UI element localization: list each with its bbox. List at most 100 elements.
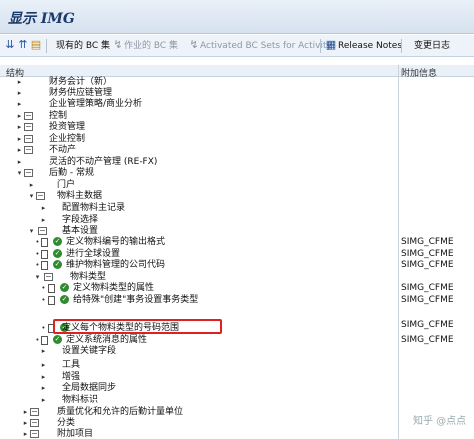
tree-node[interactable]: ▸ 工具 bbox=[0, 360, 474, 371]
node-label: 物料标识 bbox=[62, 395, 99, 405]
node-label: 进行全球设置 bbox=[66, 249, 121, 259]
document-folder-icon bbox=[24, 146, 33, 154]
expand-icon[interactable]: ▸ bbox=[40, 216, 47, 225]
expand-icon[interactable]: ▸ bbox=[16, 100, 23, 109]
expand-icon[interactable]: ▸ bbox=[40, 396, 47, 405]
document-icon[interactable] bbox=[41, 238, 48, 247]
document-folder-icon bbox=[24, 169, 33, 177]
expand-icon[interactable]: ▸ bbox=[22, 430, 29, 439]
node-label: 门户 bbox=[57, 180, 76, 190]
tree-node[interactable]: ▾ 物料类型 bbox=[0, 272, 474, 283]
tree-node[interactable]: • ✓ 定义物料类型的属性 SIMG_CFME bbox=[0, 283, 474, 294]
tree-node[interactable]: ▸ 投资管理 bbox=[0, 122, 474, 133]
node-label: 设置关键字段 bbox=[62, 346, 117, 356]
node-attribute: SIMG_CFME bbox=[401, 295, 454, 305]
tree-node[interactable]: ▸ 财务供应链管理 bbox=[0, 88, 474, 99]
execute-icon[interactable]: ✓ bbox=[53, 335, 62, 344]
tree-node[interactable]: ▸ 控制 bbox=[0, 111, 474, 122]
document-icon[interactable] bbox=[41, 261, 48, 270]
document-folder-icon bbox=[30, 408, 39, 416]
tree-node[interactable]: ▸ 物料标识 bbox=[0, 395, 474, 406]
release-notes-icon: ▦ bbox=[325, 38, 337, 51]
tree-node[interactable]: ▸ 门户 bbox=[0, 180, 474, 191]
document-icon[interactable] bbox=[41, 336, 48, 345]
expand-icon[interactable]: ▸ bbox=[40, 373, 47, 382]
node-label: 不动产 bbox=[49, 145, 77, 155]
expand-icon[interactable]: ▸ bbox=[40, 204, 47, 213]
tree-node[interactable]: ▸ 配置物料主记录 bbox=[0, 203, 474, 214]
separator bbox=[320, 39, 321, 53]
expand-all-icon[interactable]: ⇊ bbox=[4, 38, 16, 52]
node-label: 企业管理策略/商业分析 bbox=[49, 99, 143, 109]
tree-node[interactable]: • ✓ 维护物料管理的公司代码 SIMG_CFME bbox=[0, 260, 474, 271]
node-label: 字段选择 bbox=[62, 215, 99, 225]
tree-node[interactable]: • ✓ 给特殊"创建"事务设置事务类型 SIMG_CFME bbox=[0, 295, 474, 306]
execute-icon[interactable]: ✓ bbox=[60, 283, 69, 292]
node-label: 质量优化和允许的后勤计量单位 bbox=[57, 407, 184, 417]
expand-icon[interactable]: ▸ bbox=[40, 384, 47, 393]
expand-icon[interactable]: ▸ bbox=[16, 112, 23, 121]
release-notes-button[interactable]: Release Notes bbox=[338, 39, 402, 53]
expand-icon[interactable]: ▸ bbox=[40, 361, 47, 370]
expand-icon[interactable]: ▸ bbox=[16, 135, 23, 144]
expand-icon[interactable]: ▸ bbox=[16, 146, 23, 155]
tree-node[interactable]: ▸ 财务会计（新） bbox=[0, 77, 474, 88]
collapse-icon[interactable]: ▾ bbox=[28, 227, 35, 236]
tree-node[interactable]: • ✓ 定义物料编号的输出格式 SIMG_CFME bbox=[0, 237, 474, 248]
tree-node[interactable]: ▸ 分类 bbox=[0, 418, 474, 429]
document-icon[interactable] bbox=[41, 250, 48, 259]
img-tree: ▸ 财务会计（新） ▸ 财务供应链管理 ▸ 企业管理策略/商业分析 ▸ 控制 ▸… bbox=[0, 77, 474, 439]
document-folder-icon bbox=[44, 273, 53, 281]
bullet-icon: • bbox=[41, 284, 46, 292]
tree-node[interactable]: ▸ 不动产 bbox=[0, 145, 474, 156]
tree-node[interactable]: ▾ 基本设置 bbox=[0, 226, 474, 237]
tree-node[interactable]: ▸ 质量优化和允许的后勤计量单位 bbox=[0, 407, 474, 418]
expand-icon[interactable]: ▸ bbox=[28, 181, 35, 190]
execute-icon[interactable]: ✓ bbox=[53, 237, 62, 246]
execute-icon[interactable]: ✓ bbox=[53, 249, 62, 258]
tree-node[interactable]: ▸ 字段选择 bbox=[0, 215, 474, 226]
node-label: 企业控制 bbox=[49, 134, 86, 144]
tree-node[interactable]: • ✓ 进行全球设置 SIMG_CFME bbox=[0, 249, 474, 260]
tree-node[interactable]: • ✓ 定义系统消息的属性 SIMG_CFME bbox=[0, 335, 474, 346]
node-attribute: SIMG_CFME bbox=[401, 335, 454, 345]
window-title: 显示 IMG bbox=[8, 11, 75, 27]
execute-icon[interactable]: ✓ bbox=[53, 260, 62, 269]
collapse-icon[interactable]: ⇈ bbox=[17, 38, 29, 52]
tree-node[interactable]: ▸ 设置关键字段 bbox=[0, 346, 474, 357]
tree-node[interactable]: ▸ 企业管理策略/商业分析 bbox=[0, 99, 474, 110]
collapse-icon[interactable]: ▾ bbox=[16, 169, 23, 178]
node-attribute: SIMG_CFME bbox=[401, 249, 454, 259]
expand-icon[interactable]: ▸ bbox=[16, 158, 23, 167]
execute-icon[interactable]: ✓ bbox=[60, 295, 69, 304]
collapse-icon[interactable]: ▾ bbox=[28, 192, 35, 201]
expand-icon[interactable]: ▸ bbox=[40, 347, 47, 356]
find-icon[interactable]: ▤ bbox=[30, 38, 42, 52]
collapse-icon[interactable]: ▾ bbox=[34, 273, 41, 282]
document-icon[interactable] bbox=[48, 296, 55, 305]
tree-node[interactable]: ▾ 后勤 - 常规 bbox=[0, 168, 474, 179]
activated-bc-sets-button[interactable]: Activated BC Sets for Activity bbox=[200, 39, 332, 53]
tree-node[interactable]: ▸ 企业控制 bbox=[0, 134, 474, 145]
tree-node[interactable]: ▸ 全局数据同步 bbox=[0, 383, 474, 394]
node-label: 分类 bbox=[57, 418, 76, 428]
tree-node[interactable]: ▸ 灵活的不动产管理 (RE-FX) bbox=[0, 157, 474, 168]
tree-node[interactable]: ▸ 附加项目 bbox=[0, 429, 474, 439]
document-icon[interactable] bbox=[48, 284, 55, 293]
expand-icon[interactable]: ▸ bbox=[16, 123, 23, 132]
node-label: 控制 bbox=[49, 111, 68, 121]
expand-icon[interactable]: ▸ bbox=[22, 408, 29, 417]
expand-icon[interactable]: ▸ bbox=[16, 89, 23, 98]
expand-icon[interactable]: ▸ bbox=[22, 419, 29, 428]
tree-header: 结构 附加信息 bbox=[0, 65, 474, 79]
expand-icon[interactable]: ▸ bbox=[16, 78, 23, 87]
node-label: 定义物料类型的属性 bbox=[73, 283, 155, 293]
tree-node[interactable]: ▾ 物料主数据 bbox=[0, 191, 474, 202]
tree-node[interactable]: ▸ 增强 bbox=[0, 372, 474, 383]
bullet-icon: • bbox=[35, 250, 40, 258]
node-label: 物料主数据 bbox=[57, 191, 103, 201]
bc-set-icon: ↯ bbox=[113, 38, 123, 51]
change-log-button[interactable]: 变更日志 bbox=[414, 39, 450, 53]
activity-bc-sets-button[interactable]: 作业的 BC 集 bbox=[124, 39, 178, 53]
existing-bc-sets-button[interactable]: 现有的 BC 集 bbox=[56, 39, 110, 53]
